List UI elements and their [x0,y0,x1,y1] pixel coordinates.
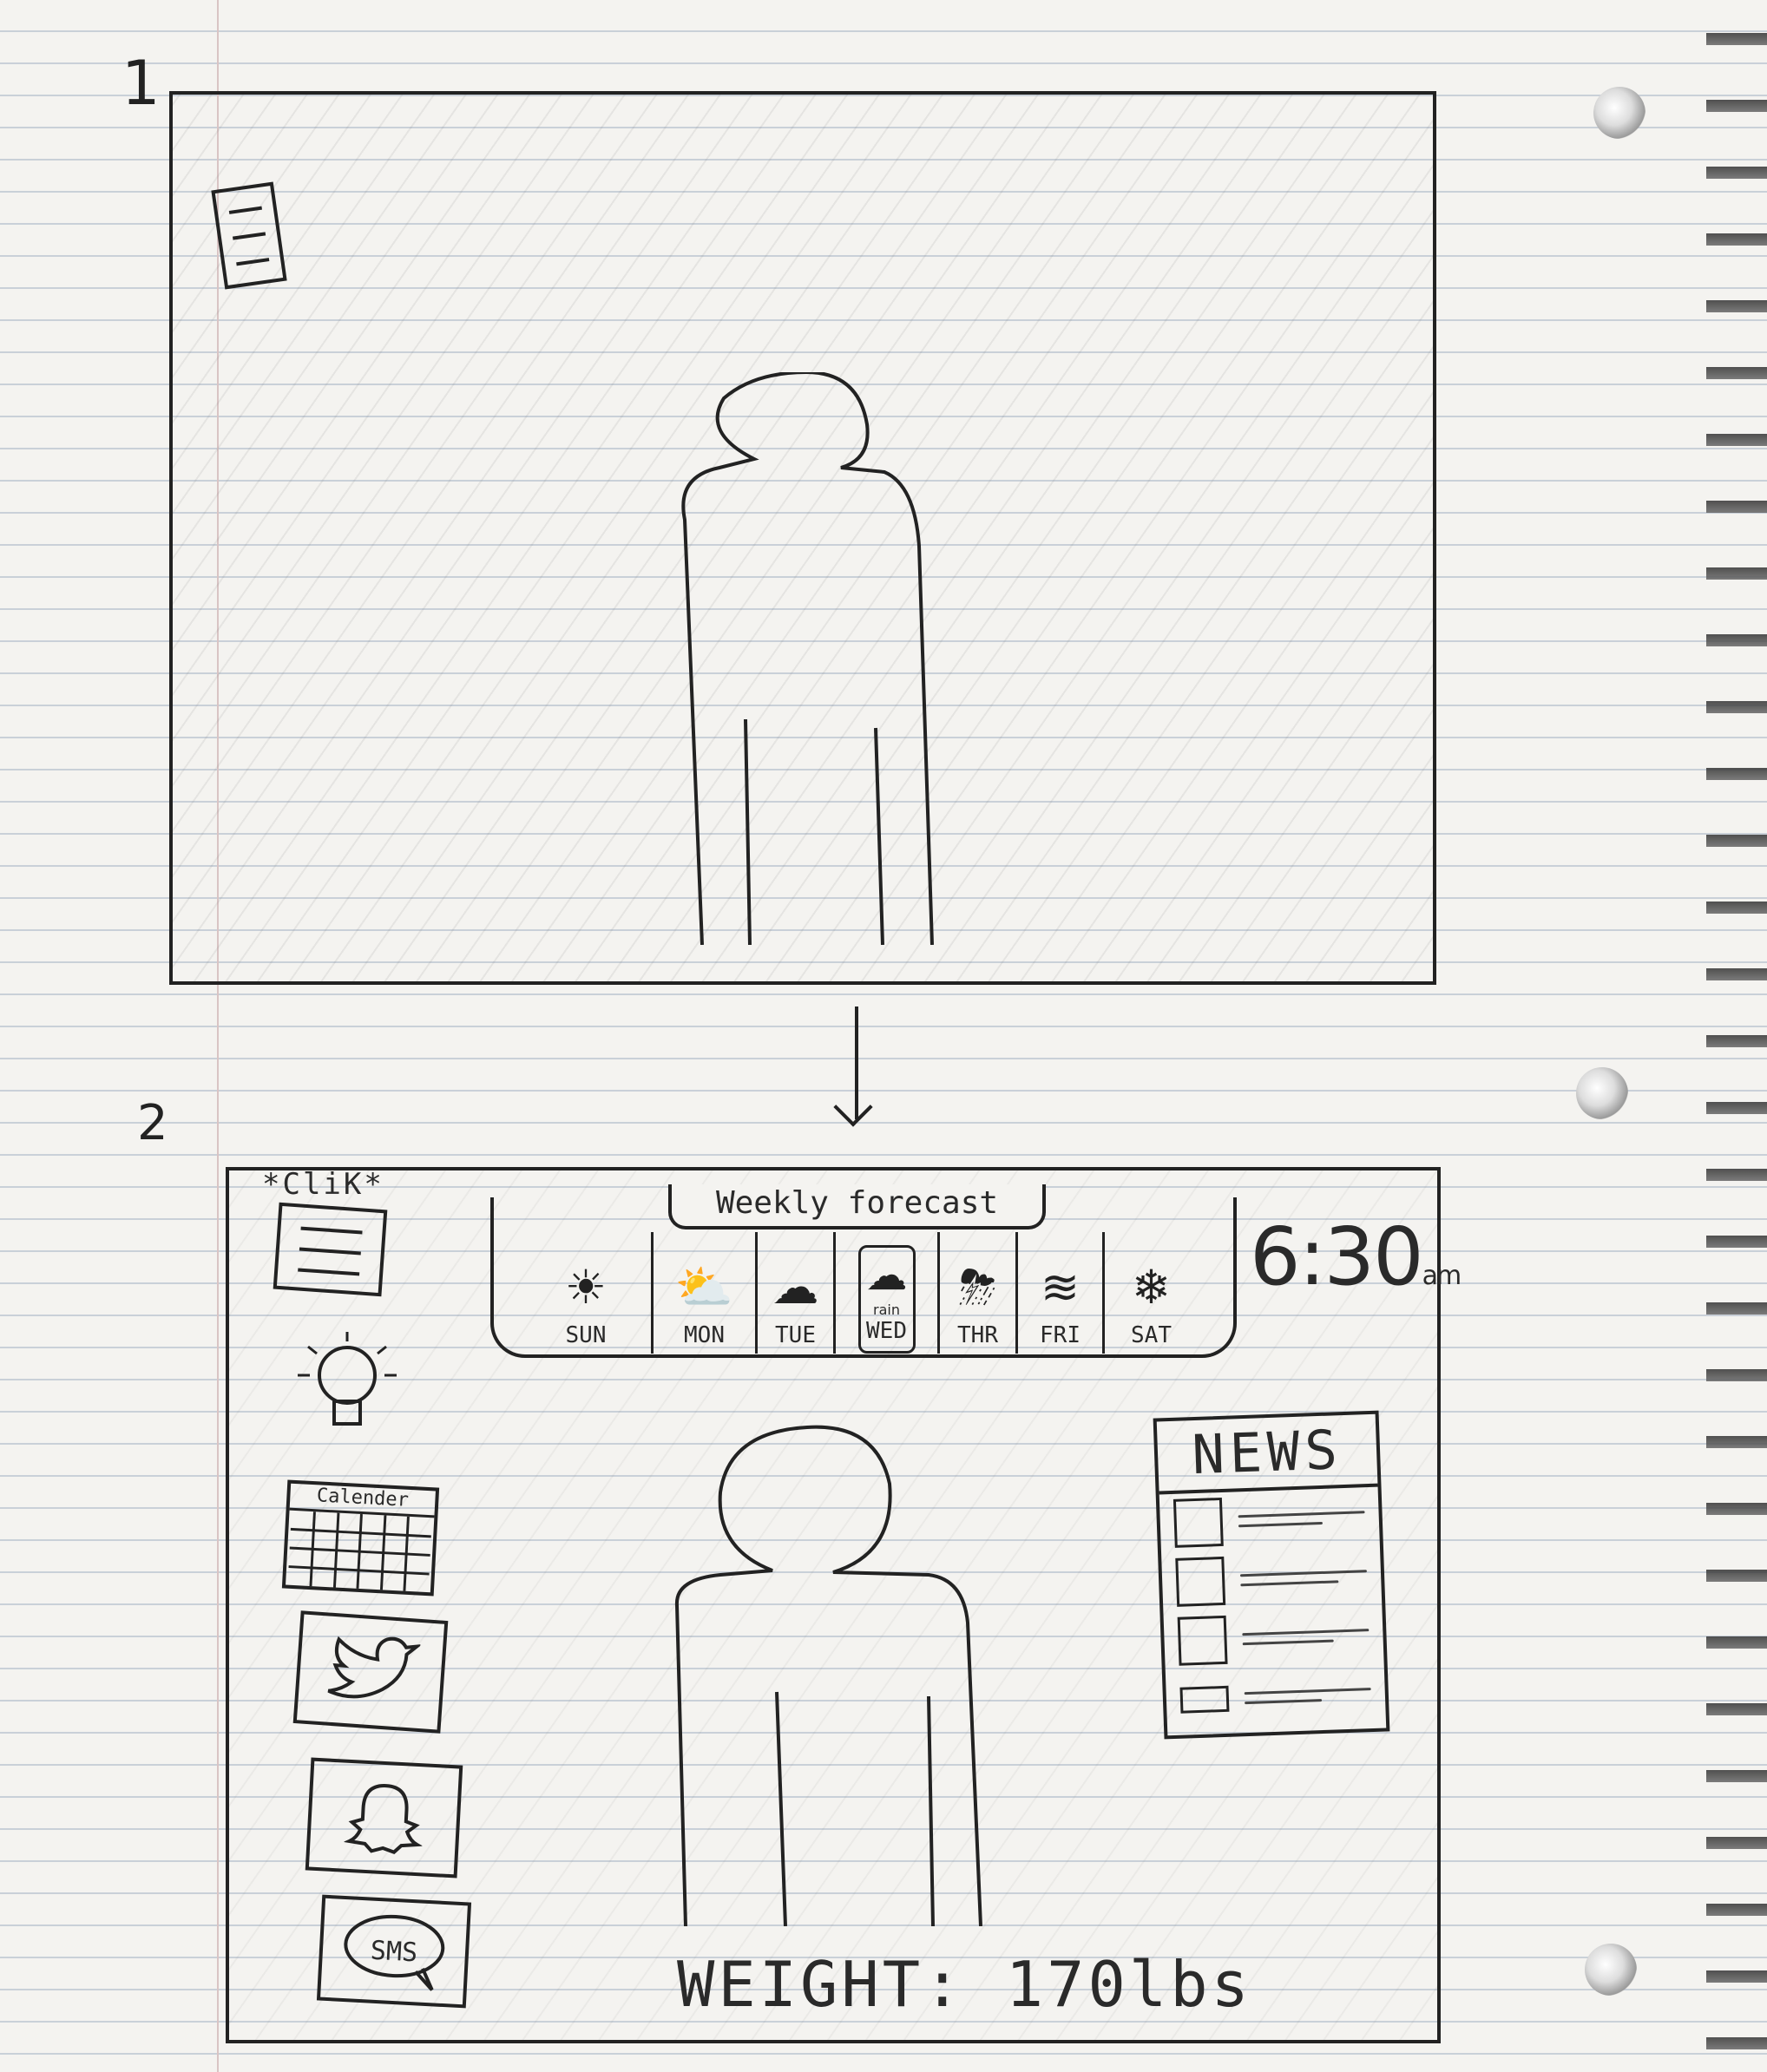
storm-icon: ⛈ [958,1260,997,1315]
forecast-day-sat[interactable]: ❄ SAT [1102,1232,1198,1354]
news-text [1238,1504,1379,1535]
day-label: TUE [775,1322,816,1348]
clock-suffix: am [1422,1261,1462,1291]
person-silhouette [674,1425,982,1926]
day-label: WED [866,1318,907,1344]
bird-icon [327,1636,422,1699]
clock-time: 6:30 [1250,1210,1424,1303]
clock: 6:30am [1250,1210,1462,1303]
person-silhouette [681,372,934,945]
news-thumbnail [1173,1497,1224,1548]
news-item[interactable] [1166,1664,1386,1731]
ghost-icon [343,1784,423,1854]
forecast-day-tue[interactable]: ☁ TUE [755,1232,833,1354]
transition-arrow [855,1006,858,1119]
rain-icon: ☁ [865,1251,908,1300]
menu-icon[interactable] [211,181,287,290]
news-item[interactable] [1163,1605,1383,1672]
binder-hole [1593,87,1645,139]
day-label: MON [684,1322,725,1348]
forecast-day-sun[interactable]: ☀ SUN [521,1232,651,1354]
news-thumbnail [1175,1556,1226,1607]
binder-hole [1585,1944,1637,1996]
weight-value: 170lbs [1005,1948,1252,2021]
news-text [1239,1563,1382,1594]
news-thumbnail [1177,1615,1228,1666]
day-label: SAT [1131,1322,1172,1348]
weight-label: WEIGHT: [677,1948,965,2021]
day-label: FRI [1040,1322,1081,1348]
screen-number: 1 [122,48,161,119]
partly-sunny-icon: ⛅ [674,1260,734,1315]
notebook-spiral [1706,0,1767,2072]
forecast-day-mon[interactable]: ⛅ MON [651,1232,755,1354]
lightbulb-icon[interactable] [291,1328,404,1427]
forecast-day-wed[interactable]: ☁ rain WED [833,1232,937,1354]
cloud-icon: ☁ [772,1260,819,1315]
news-item[interactable] [1159,1487,1380,1554]
forecast-day-fri[interactable]: ≋ FRI [1015,1232,1102,1354]
news-item[interactable] [1161,1546,1382,1613]
sms-icon[interactable]: SMS [316,1894,472,2009]
calendar-grid [288,1511,431,1591]
snapchat-icon[interactable] [305,1757,463,1879]
wind-icon: ≋ [1040,1260,1081,1315]
weight-readout: WEIGHT: 170lbs [677,1948,1252,2021]
calendar-icon[interactable]: Calender [281,1479,440,1597]
sun-icon: ☀ [564,1260,608,1315]
news-thumbnail [1179,1685,1230,1714]
day-label: THR [957,1322,998,1348]
binder-hole [1576,1067,1628,1119]
click-annotation: *CliK* [262,1167,384,1202]
day-label: SUN [565,1322,607,1348]
news-title: NEWS [1156,1413,1378,1495]
mirror-screen-idle [169,91,1436,985]
news-text [1244,1681,1385,1712]
forecast-day-thr[interactable]: ⛈ THR [937,1232,1015,1354]
forecast-title: Weekly forecast [668,1184,1046,1229]
news-text [1242,1622,1383,1653]
menu-icon[interactable] [273,1202,388,1297]
news-panel[interactable]: NEWS [1153,1410,1390,1740]
sms-label: SMS [370,1935,418,1968]
snow-icon: ❄ [1131,1260,1172,1315]
screen-number: 2 [137,1095,168,1151]
twitter-icon[interactable] [292,1610,449,1734]
rain-note: rain [873,1302,900,1318]
